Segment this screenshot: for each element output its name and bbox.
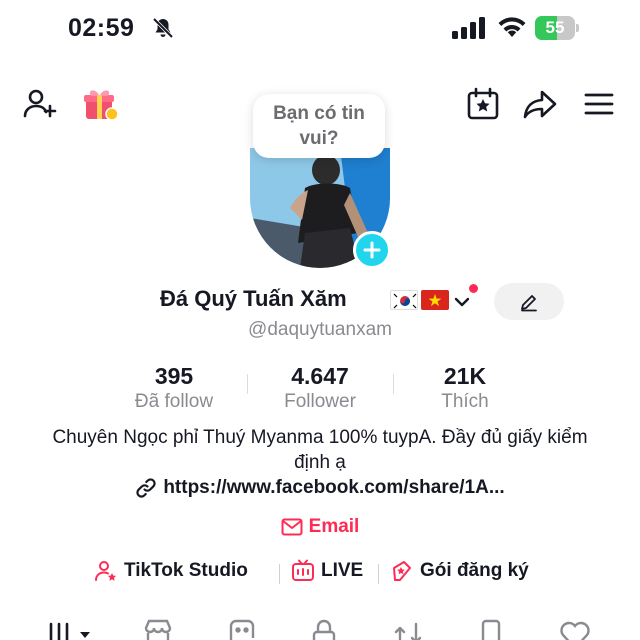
tab-saved[interactable] [473, 618, 509, 640]
action-label: Gói đăng ký [420, 560, 529, 581]
news-bubble-text: Bạn có tin vui? [273, 103, 365, 149]
bell-slash-icon [152, 17, 174, 39]
share-icon[interactable] [520, 84, 560, 124]
status-bar: 02:59 55 [0, 0, 640, 58]
notification-dot [469, 284, 478, 293]
chevron-down-icon[interactable] [452, 292, 472, 312]
action-label: LIVE [321, 560, 364, 581]
email-label: Email [308, 516, 360, 537]
action-divider [279, 564, 280, 584]
tab-reposts[interactable] [390, 618, 426, 640]
liked-icon [560, 621, 590, 640]
cellular-signal-icon [452, 17, 485, 39]
username: @daquytuanxam [248, 319, 392, 340]
battery-percent: 55 [545, 18, 565, 37]
link-icon [136, 478, 156, 498]
tab-private[interactable] [306, 618, 342, 640]
action-divider [378, 564, 379, 584]
add-avatar-button[interactable] [353, 231, 391, 269]
gift-icon[interactable] [80, 84, 120, 124]
tab-stickers[interactable] [224, 618, 260, 640]
live-button[interactable]: LIVE [291, 559, 363, 583]
live-icon [292, 559, 314, 581]
bookmark-icon [481, 619, 501, 640]
lock-icon [312, 619, 336, 640]
vietnam-flag [421, 290, 449, 310]
display-name: Đá Quý Tuấn Xăm [160, 286, 347, 311]
quick-actions: TikTok Studio LIVE Gói đăng ký [0, 559, 640, 589]
bio-link-text: https://www.facebook.com/share/1A... [163, 477, 505, 498]
stat-likes[interactable]: 21K Thích [395, 363, 535, 413]
videos-grid-icon [49, 622, 90, 640]
studio-icon [95, 561, 116, 581]
pencil-icon [521, 294, 537, 311]
menu-icon[interactable] [579, 84, 619, 124]
bio-text: Chuyên Ngọc phỉ Thuý Myanma 100% tuypA. … [52, 427, 588, 473]
add-friend-icon[interactable] [20, 84, 60, 124]
bio-link[interactable]: https://www.facebook.com/share/1A... [0, 477, 640, 499]
tab-videos[interactable] [46, 618, 96, 640]
wifi-icon [498, 17, 526, 37]
stat-followers[interactable]: 4.647 Follower [250, 363, 390, 413]
stat-label: Đã follow [134, 391, 214, 412]
subscription-icon [393, 561, 411, 581]
battery-icon: 55 [535, 16, 579, 40]
south-korea-flag [390, 290, 418, 310]
sticker-icon [229, 619, 255, 640]
shop-icon [144, 619, 172, 640]
action-label: TikTok Studio [124, 560, 248, 581]
stat-label: Thích [441, 391, 489, 412]
repost-icon [394, 622, 422, 640]
tab-liked[interactable] [557, 618, 593, 640]
tiktok-studio-button[interactable]: TikTok Studio [94, 559, 248, 583]
content-tabs [0, 612, 640, 640]
stat-value: 395 [154, 363, 194, 389]
mail-icon [281, 518, 303, 536]
status-time: 02:59 [68, 14, 135, 42]
subscription-button[interactable]: Gói đăng ký [390, 559, 529, 583]
edit-profile-button[interactable] [494, 283, 564, 320]
stat-following[interactable]: 395 Đã follow [104, 363, 244, 413]
stat-value: 4.647 [291, 363, 349, 389]
calendar-star-icon[interactable] [463, 84, 503, 124]
stat-divider [247, 374, 248, 394]
stat-label: Follower [284, 391, 356, 412]
tab-shop[interactable] [140, 618, 176, 640]
email-button[interactable]: Email [0, 516, 640, 538]
stat-value: 21K [443, 363, 487, 389]
news-bubble[interactable]: Bạn có tin vui? [253, 94, 385, 158]
stat-divider [393, 374, 394, 394]
